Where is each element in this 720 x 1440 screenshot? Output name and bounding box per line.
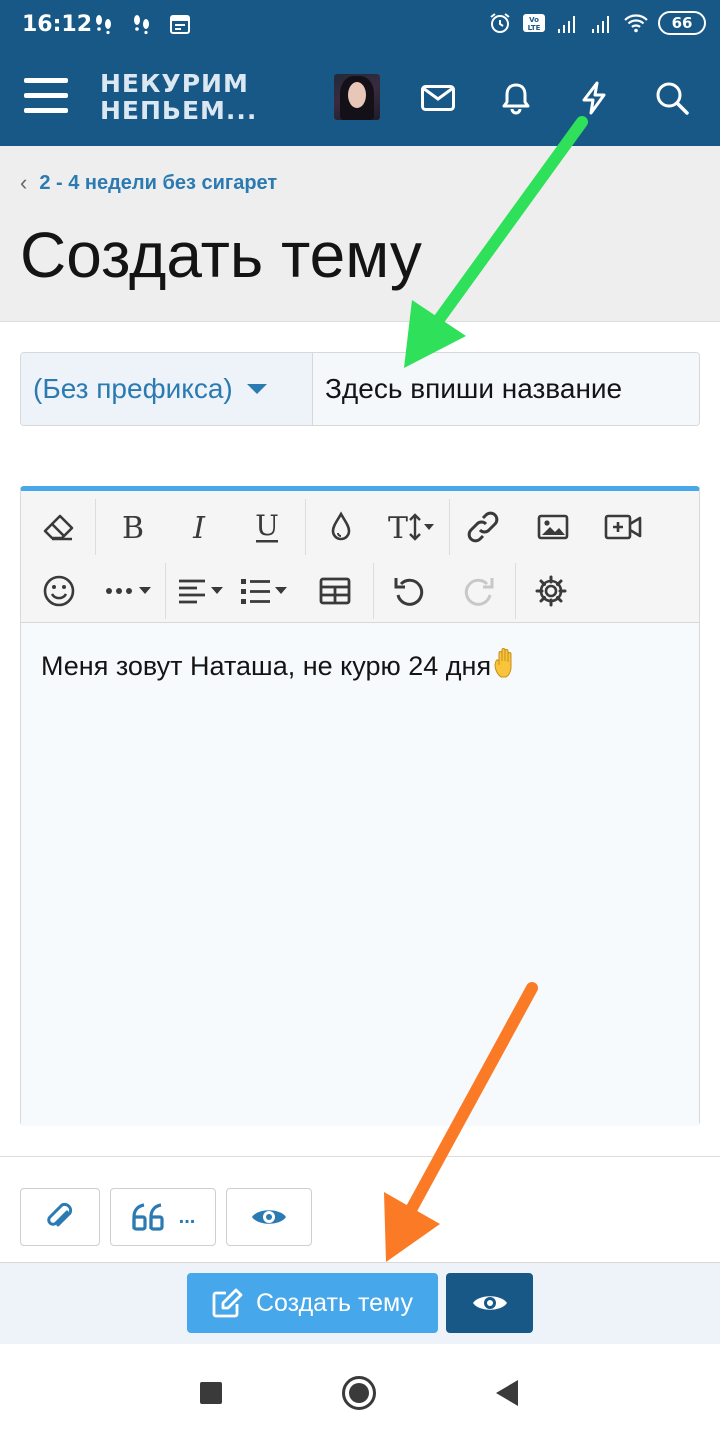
submit-bar: Создать тему: [0, 1262, 720, 1344]
svg-text:B: B: [122, 512, 144, 542]
volte-icon: VoLTE: [523, 14, 545, 32]
attach-files-button[interactable]: [20, 1188, 100, 1246]
wifi-icon: [624, 14, 648, 33]
envelope-icon[interactable]: [416, 76, 460, 120]
bold-icon[interactable]: B: [107, 501, 159, 553]
footsteps-icon: [134, 15, 149, 35]
paperclip-icon: [47, 1202, 73, 1227]
battery-indicator: 66: [658, 11, 706, 35]
calendar-icon: [170, 15, 190, 34]
status-bar: 16:12 Vo LTE 66: [0, 0, 720, 50]
table-icon[interactable]: [309, 565, 361, 617]
signal-icon: [592, 16, 609, 33]
svg-text:T: T: [388, 512, 408, 542]
eraser-icon[interactable]: [33, 501, 85, 553]
svg-text:Vo: Vo: [529, 16, 539, 24]
divider: [0, 1156, 720, 1157]
gear-icon[interactable]: [525, 565, 577, 617]
editor-text: Меня зовут Наташа, не курю 24 дня: [41, 651, 492, 681]
chevron-left-icon: ‹: [20, 170, 28, 195]
thread-title-row: (Без префикса): [20, 352, 700, 426]
bell-icon[interactable]: [494, 76, 538, 120]
recents-button[interactable]: [200, 1382, 222, 1404]
svg-text:I: I: [192, 512, 206, 542]
logo-line-1: НЕКУРИМ: [100, 69, 249, 98]
home-button[interactable]: [342, 1376, 376, 1410]
redo-icon[interactable]: [453, 565, 505, 617]
create-thread-button[interactable]: Создать тему: [187, 1273, 438, 1333]
page-header: ‹ 2 - 4 недели без сигарет Создать тему: [0, 146, 720, 322]
color-drop-icon[interactable]: [315, 501, 367, 553]
logo-line-2: НЕПЬЕМ...: [100, 96, 258, 125]
signal-icon: [558, 16, 575, 33]
caret-down-icon: [246, 384, 267, 394]
edit-icon: [212, 1288, 243, 1318]
lightning-icon[interactable]: [572, 76, 616, 120]
raised-hand-emoji-icon: [494, 648, 512, 678]
prefix-selected-value: (Без префикса): [33, 373, 233, 404]
align-icon[interactable]: [171, 565, 233, 617]
quote-button[interactable]: ...: [110, 1188, 216, 1246]
quote-icon: [132, 1203, 164, 1231]
breadcrumb[interactable]: ‹ 2 - 4 недели без сигарет: [20, 170, 277, 196]
undo-icon[interactable]: [383, 565, 435, 617]
status-time: 16:12: [22, 12, 93, 37]
editor-toolbar: B I U T: [21, 491, 699, 623]
italic-icon[interactable]: I: [173, 501, 225, 553]
menu-icon[interactable]: [24, 78, 68, 118]
system-nav-bar: [0, 1344, 720, 1440]
back-button[interactable]: [496, 1380, 518, 1406]
editor-content[interactable]: Меня зовут Наташа, не курю 24 дня: [21, 623, 699, 1126]
smile-icon[interactable]: [33, 565, 85, 617]
link-icon[interactable]: [457, 501, 509, 553]
site-logo[interactable]: НЕКУРИМ НЕПЬЕМ...: [100, 70, 257, 124]
breadcrumb-link[interactable]: 2 - 4 недели без сигарет: [39, 172, 277, 195]
more-options-icon[interactable]: [99, 565, 161, 617]
eye-icon: [252, 1210, 286, 1224]
svg-text:LTE: LTE: [528, 24, 541, 32]
preview-button[interactable]: [446, 1273, 533, 1333]
video-icon[interactable]: [597, 501, 649, 553]
avatar[interactable]: [334, 74, 380, 120]
prefix-select[interactable]: (Без префикса): [21, 353, 313, 425]
quote-button-label: ...: [178, 1205, 196, 1228]
image-icon[interactable]: [527, 501, 579, 553]
search-icon[interactable]: [650, 76, 694, 120]
thread-title-input[interactable]: [313, 353, 699, 425]
preview-toggle-button[interactable]: [226, 1188, 312, 1246]
rich-text-editor: B I U T Меня зовут Наташа, не курю 24 дн…: [20, 486, 700, 1126]
create-thread-label: Создать тему: [256, 1288, 413, 1317]
footsteps-icon: [96, 15, 111, 35]
svg-text:U: U: [255, 510, 279, 542]
eye-icon: [472, 1296, 507, 1310]
page-title: Создать тему: [20, 219, 422, 291]
list-icon[interactable]: [235, 565, 297, 617]
app-header: НЕКУРИМ НЕПЬЕМ...: [0, 50, 720, 146]
underline-icon[interactable]: U: [241, 501, 293, 553]
alarm-icon: [490, 13, 510, 33]
font-size-icon[interactable]: T: [383, 501, 443, 553]
